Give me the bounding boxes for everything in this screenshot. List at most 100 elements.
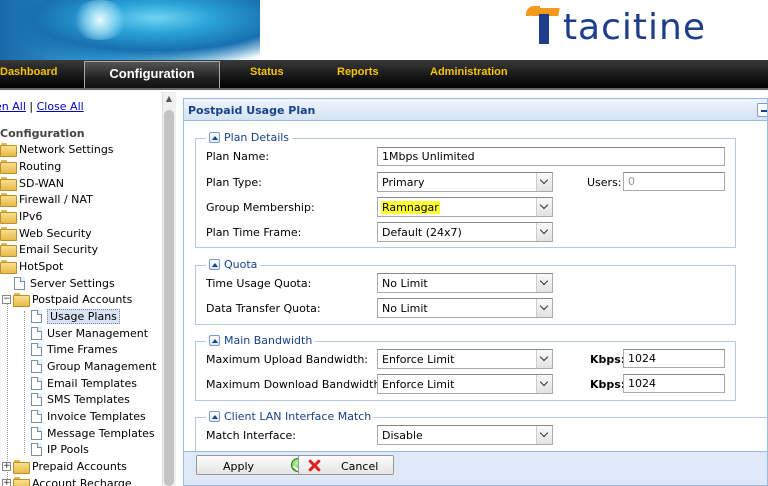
collapse-icon[interactable]: −: [2, 294, 11, 304]
group-membership-select[interactable]: Ramnagar: [377, 197, 553, 217]
logo-text: tacitine: [562, 7, 706, 48]
nav-configuration[interactable]: Configuration: [84, 61, 220, 88]
download-kbps-label: Kbps:: [590, 378, 626, 391]
panel-title: Postpaid Usage Plan: [188, 104, 316, 117]
chevron-down-icon[interactable]: [536, 274, 552, 292]
client-lan-match-legend[interactable]: Client LAN Interface Match: [206, 410, 375, 423]
match-interface-select[interactable]: Disable: [377, 425, 553, 445]
page-icon: [31, 442, 42, 456]
plan-details-legend[interactable]: Plan Details: [206, 131, 293, 144]
quota-group: Quota Time Usage Quota: No Limit Data Tr…: [195, 258, 736, 325]
chevron-down-icon[interactable]: [536, 375, 552, 393]
expand-icon[interactable]: +: [2, 478, 11, 486]
plan-type-select[interactable]: Primary: [377, 172, 553, 192]
page-icon: [31, 376, 42, 390]
time-usage-quota-select[interactable]: No Limit: [377, 273, 553, 293]
page-icon: [31, 326, 42, 340]
plan-type-label: Plan Type:: [206, 176, 262, 189]
sidebar-item-invoice-templates[interactable]: Invoice Templates: [31, 408, 146, 424]
sidebar-item-routing[interactable]: Routing: [0, 158, 61, 174]
cancel-button[interactable]: Cancel: [298, 455, 394, 475]
tree-controls: en All | Close All: [0, 100, 84, 113]
chevron-down-icon[interactable]: [536, 350, 552, 368]
sidebar-item-server-settings[interactable]: Server Settings: [14, 275, 115, 291]
sidebar-item-network-settings[interactable]: Network Settings: [0, 141, 114, 157]
chevron-down-icon[interactable]: [536, 198, 552, 216]
folder-icon: [0, 193, 17, 207]
users-input[interactable]: 0: [623, 172, 725, 191]
sidebar-item-web-security[interactable]: Web Security: [0, 225, 92, 241]
nav-reports[interactable]: Reports: [337, 66, 379, 78]
chevron-down-icon[interactable]: [536, 223, 552, 241]
page-icon: [31, 409, 42, 423]
sidebar-item-user-management[interactable]: User Management: [31, 325, 148, 341]
sidebar-item-sms-templates[interactable]: SMS Templates: [31, 391, 130, 407]
main-nav: Dashboard Configuration Status Reports A…: [0, 60, 768, 90]
sidebar-item-prepaid-accounts[interactable]: + Prepaid Accounts: [2, 458, 127, 474]
collapse-section-icon[interactable]: [209, 132, 220, 143]
sidebar-item-firewall-nat[interactable]: Firewall / NAT: [0, 191, 93, 207]
sidebar-item-usage-plans[interactable]: Usage Plans: [31, 308, 120, 324]
main-bandwidth-legend[interactable]: Main Bandwidth: [206, 334, 316, 347]
data-transfer-quota-label: Data Transfer Quota:: [206, 302, 321, 315]
max-upload-bandwidth-select[interactable]: Enforce Limit: [377, 349, 553, 369]
chevron-down-icon[interactable]: [536, 426, 552, 444]
panel-collapse-icon[interactable]: [757, 103, 767, 117]
chevron-down-icon[interactable]: [536, 299, 552, 317]
plan-name-input[interactable]: 1Mbps Unlimited: [377, 147, 725, 166]
folder-open-icon: [13, 293, 30, 307]
sidebar-item-ip-pools[interactable]: IP Pools: [31, 441, 89, 457]
collapse-section-icon[interactable]: [209, 335, 220, 346]
sidebar-scroll-thumb[interactable]: [164, 110, 174, 486]
download-kbps-input[interactable]: 1024: [623, 374, 725, 393]
scroll-up-arrow-icon[interactable]: ▲: [163, 93, 175, 105]
data-transfer-quota-select[interactable]: No Limit: [377, 298, 553, 318]
open-all-link[interactable]: en All: [0, 100, 26, 113]
upload-kbps-label: Kbps:: [590, 353, 626, 366]
expand-icon[interactable]: +: [2, 461, 11, 471]
sidebar-item-sd-wan[interactable]: SD-WAN: [0, 175, 64, 191]
sidebar-item-group-management[interactable]: Group Management: [31, 358, 156, 374]
nav-status[interactable]: Status: [250, 66, 284, 78]
page-icon: [31, 359, 42, 373]
time-usage-quota-label: Time Usage Quota:: [206, 277, 312, 290]
close-icon: [307, 458, 321, 472]
sidebar-item-email-security[interactable]: Email Security: [0, 241, 98, 257]
folder-icon: [0, 143, 17, 157]
page-icon: [31, 342, 42, 356]
collapse-section-icon[interactable]: [209, 411, 220, 422]
nav-administration[interactable]: Administration: [430, 66, 508, 78]
close-all-link[interactable]: Close All: [37, 100, 84, 113]
max-download-bandwidth-label: Maximum Download Bandwidth:: [206, 378, 385, 391]
group-membership-label: Group Membership:: [206, 201, 315, 214]
sidebar-item-message-templates[interactable]: Message Templates: [31, 425, 155, 441]
sidebar-item-postpaid-accounts[interactable]: − Postpaid Accounts: [2, 291, 132, 307]
plan-name-label: Plan Name:: [206, 150, 270, 163]
folder-icon: [13, 477, 30, 486]
main-bandwidth-group: Main Bandwidth Maximum Upload Bandwidth:…: [195, 334, 736, 401]
nav-dashboard[interactable]: Dashboard: [0, 66, 57, 78]
sidebar-item-account-recharge[interactable]: + Account Recharge: [2, 475, 132, 486]
chevron-down-icon[interactable]: [536, 173, 552, 191]
upload-kbps-input[interactable]: 1024: [623, 349, 725, 368]
max-download-bandwidth-select[interactable]: Enforce Limit: [377, 374, 553, 394]
collapse-section-icon[interactable]: [209, 259, 220, 270]
match-interface-label: Match Interface:: [206, 429, 297, 442]
sidebar-item-time-frames[interactable]: Time Frames: [31, 341, 117, 357]
tree-root-title: Configuration: [0, 127, 85, 140]
sidebar-item-ipv6[interactable]: IPv6: [0, 208, 42, 224]
sidebar-item-hotspot[interactable]: HotSpot: [0, 258, 63, 274]
form-toolbar: Apply Cancel: [184, 451, 767, 485]
plan-time-frame-select[interactable]: Default (24x7): [377, 222, 553, 242]
folder-icon: [0, 160, 17, 174]
link-separator: |: [29, 100, 34, 113]
apply-button[interactable]: Apply: [196, 455, 314, 475]
max-upload-bandwidth-label: Maximum Upload Bandwidth:: [206, 353, 369, 366]
quota-legend[interactable]: Quota: [206, 258, 261, 271]
folder-icon: [0, 177, 17, 191]
tacitine-logo: tacitine: [525, 4, 706, 48]
logo-mark-icon: [525, 4, 561, 48]
sidebar: en All | Close All Configuration Network…: [0, 92, 162, 486]
folder-open-icon: [0, 260, 17, 274]
sidebar-item-email-templates[interactable]: Email Templates: [31, 375, 137, 391]
